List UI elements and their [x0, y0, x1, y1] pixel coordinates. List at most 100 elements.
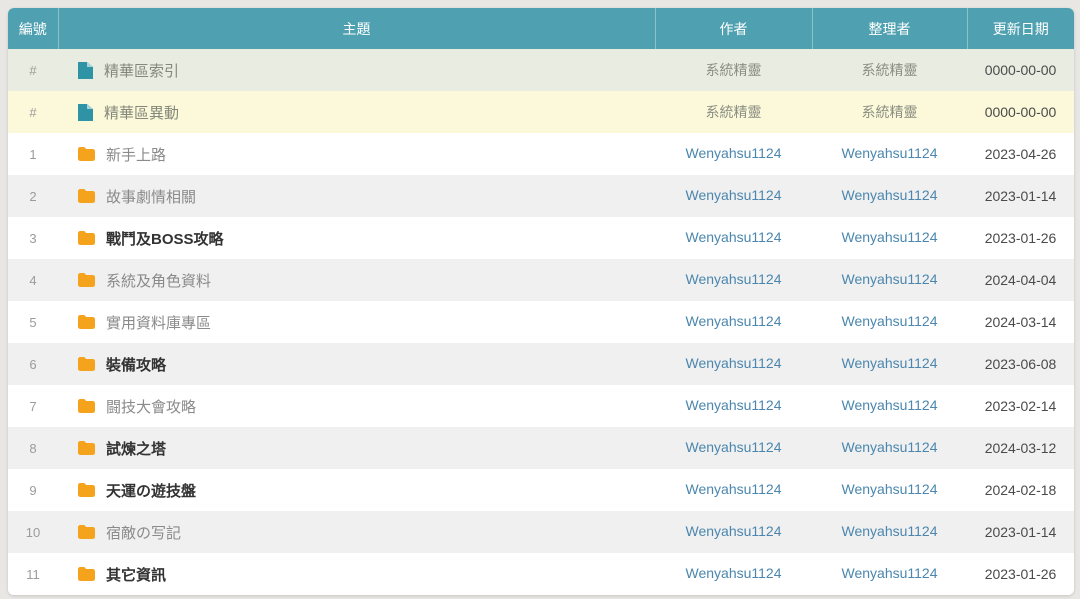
editor-link[interactable]: Wenyahsu1124 — [842, 397, 938, 413]
author-name: 系統精靈 — [705, 62, 762, 78]
table-row: 7 闘技大會攻略 Wenyahsu1124 Wenyahsu1124 2023-… — [8, 385, 1074, 427]
author-link[interactable]: Wenyahsu1124 — [686, 481, 782, 497]
update-date: 2023-02-14 — [984, 398, 1057, 414]
folder-icon — [78, 441, 95, 455]
topic-link[interactable]: 故事劇情相關 — [106, 186, 196, 207]
author-link[interactable]: Wenyahsu1124 — [686, 229, 782, 245]
row-number: 8 — [29, 440, 37, 456]
topic-link[interactable]: 其它資訊 — [106, 564, 166, 585]
update-date: 2024-03-12 — [984, 440, 1057, 456]
table-row: 2 故事劇情相關 Wenyahsu1124 Wenyahsu1124 2023-… — [8, 175, 1074, 217]
editor-link[interactable]: Wenyahsu1124 — [842, 523, 938, 539]
row-number: # — [29, 62, 37, 78]
author-link[interactable]: Wenyahsu1124 — [686, 397, 782, 413]
column-header-date: 更新日期 — [966, 8, 1074, 49]
update-date: 2023-01-26 — [984, 566, 1057, 582]
table-row: 9 天運の遊技盤 Wenyahsu1124 Wenyahsu1124 2024-… — [8, 469, 1074, 511]
editor-name: 系統精靈 — [861, 62, 918, 78]
editor-link[interactable]: Wenyahsu1124 — [842, 439, 938, 455]
topics-table-card: 編號 主題 作者 整理者 更新日期 # 精華區索引 系統精靈 系統精靈 0000-00-… — [8, 8, 1074, 595]
folder-icon — [78, 483, 95, 497]
update-date: 2023-01-26 — [984, 230, 1057, 246]
editor-link[interactable]: Wenyahsu1124 — [842, 355, 938, 371]
row-number: 3 — [29, 230, 37, 246]
author-name: 系統精靈 — [705, 104, 762, 120]
update-date: 2024-04-04 — [984, 272, 1057, 288]
update-date: 2024-02-18 — [984, 482, 1057, 498]
topic-link[interactable]: 宿敵の写記 — [106, 522, 181, 543]
author-link[interactable]: Wenyahsu1124 — [686, 523, 782, 539]
topic-link[interactable]: 新手上路 — [106, 144, 166, 165]
folder-icon — [78, 315, 95, 329]
table-row: 11 其它資訊 Wenyahsu1124 Wenyahsu1124 2023-0… — [8, 553, 1074, 595]
folder-icon — [78, 357, 95, 371]
folder-icon — [78, 567, 95, 581]
author-link[interactable]: Wenyahsu1124 — [686, 439, 782, 455]
topic-link[interactable]: 戰鬥及BOSS攻略 — [106, 228, 224, 249]
row-number: 7 — [29, 398, 37, 414]
update-date: 2023-04-26 — [984, 146, 1057, 162]
editor-name: 系統精靈 — [861, 104, 918, 120]
editor-link[interactable]: Wenyahsu1124 — [842, 187, 938, 203]
editor-link[interactable]: Wenyahsu1124 — [842, 565, 938, 581]
folder-icon — [78, 147, 95, 161]
editor-link[interactable]: Wenyahsu1124 — [842, 145, 938, 161]
folder-icon — [78, 525, 95, 539]
row-number: 2 — [29, 188, 37, 204]
author-link[interactable]: Wenyahsu1124 — [686, 565, 782, 581]
table-row: 3 戰鬥及BOSS攻略 Wenyahsu1124 Wenyahsu1124 20… — [8, 217, 1074, 259]
update-date: 0000-00-00 — [984, 62, 1057, 78]
table-row: 6 裝備攻略 Wenyahsu1124 Wenyahsu1124 2023-06… — [8, 343, 1074, 385]
folder-icon — [78, 399, 95, 413]
column-header-number: 編號 — [8, 8, 58, 49]
topics-table: 編號 主題 作者 整理者 更新日期 # 精華區索引 系統精靈 系統精靈 0000-00-… — [8, 8, 1074, 595]
row-number: 10 — [25, 524, 41, 540]
author-link[interactable]: Wenyahsu1124 — [686, 145, 782, 161]
special-table-row: # 精華區異動 系統精靈 系統精靈 0000-00-00 — [8, 91, 1074, 133]
update-date: 2024-03-14 — [984, 314, 1057, 330]
row-number: 11 — [26, 566, 40, 582]
row-number: 6 — [29, 356, 37, 372]
table-row: 4 系統及角色資料 Wenyahsu1124 Wenyahsu1124 2024… — [8, 259, 1074, 301]
row-number: 4 — [29, 272, 37, 288]
document-icon — [78, 103, 93, 121]
topic-link[interactable]: 精華區索引 — [104, 60, 179, 81]
topic-link[interactable]: 天運の遊技盤 — [106, 480, 196, 501]
topic-link[interactable]: 實用資料庫專區 — [106, 312, 211, 333]
table-row: 8 試煉之塔 Wenyahsu1124 Wenyahsu1124 2024-03… — [8, 427, 1074, 469]
author-link[interactable]: Wenyahsu1124 — [686, 271, 782, 287]
column-header-topic: 主題 — [57, 8, 655, 49]
author-link[interactable]: Wenyahsu1124 — [686, 355, 782, 371]
folder-icon — [78, 231, 95, 245]
update-date: 2023-01-14 — [984, 188, 1057, 204]
folder-icon — [78, 273, 95, 287]
table-row: 1 新手上路 Wenyahsu1124 Wenyahsu1124 2023-04… — [8, 133, 1074, 175]
page-background: 編號 主題 作者 整理者 更新日期 # 精華區索引 系統精靈 系統精靈 0000-00-… — [0, 0, 1080, 599]
update-date: 0000-00-00 — [984, 104, 1057, 120]
topic-link[interactable]: 裝備攻略 — [106, 354, 166, 375]
update-date: 2023-06-08 — [984, 356, 1057, 372]
column-header-author: 作者 — [654, 8, 812, 49]
topic-link[interactable]: 試煉之塔 — [106, 438, 166, 459]
table-row: 10 宿敵の写記 Wenyahsu1124 Wenyahsu1124 2023-… — [8, 511, 1074, 553]
editor-link[interactable]: Wenyahsu1124 — [842, 229, 938, 245]
topic-link[interactable]: 系統及角色資料 — [106, 270, 211, 291]
column-header-editor: 整理者 — [811, 8, 967, 49]
row-number: 5 — [29, 314, 37, 330]
author-link[interactable]: Wenyahsu1124 — [686, 187, 782, 203]
row-number: 9 — [29, 482, 37, 498]
update-date: 2023-01-14 — [984, 524, 1057, 540]
row-number: 1 — [29, 146, 37, 162]
row-number: # — [29, 104, 37, 120]
editor-link[interactable]: Wenyahsu1124 — [842, 313, 938, 329]
table-header-row: 編號 主題 作者 整理者 更新日期 — [8, 8, 1074, 49]
author-link[interactable]: Wenyahsu1124 — [686, 313, 782, 329]
folder-icon — [78, 189, 95, 203]
editor-link[interactable]: Wenyahsu1124 — [842, 481, 938, 497]
table-body: # 精華區索引 系統精靈 系統精靈 0000-00-00 # 精華區異動 系統精… — [8, 49, 1074, 595]
topic-link[interactable]: 闘技大會攻略 — [106, 396, 196, 417]
table-row: 5 實用資料庫專區 Wenyahsu1124 Wenyahsu1124 2024… — [8, 301, 1074, 343]
topic-link[interactable]: 精華區異動 — [104, 102, 179, 123]
special-table-row: # 精華區索引 系統精靈 系統精靈 0000-00-00 — [8, 49, 1074, 91]
editor-link[interactable]: Wenyahsu1124 — [842, 271, 938, 287]
